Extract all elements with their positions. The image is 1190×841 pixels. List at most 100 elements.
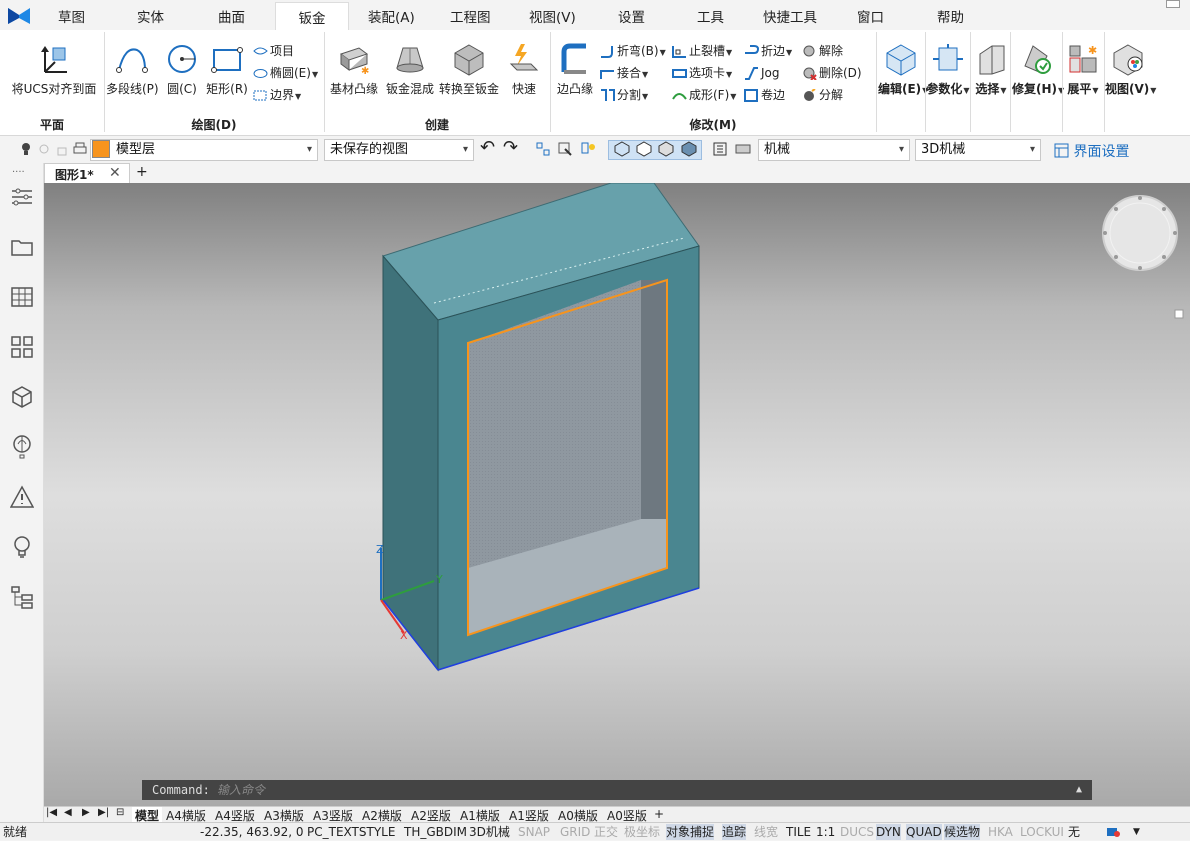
visual-style-dropdown[interactable]: 机械 ▾ <box>758 139 910 161</box>
status-workspace[interactable]: 3D机械 <box>469 824 510 840</box>
status-toggle-2[interactable]: 正交 <box>594 824 618 840</box>
menu-window[interactable]: 窗口 <box>857 6 884 26</box>
ui-settings-button[interactable]: 界面设置 <box>1054 141 1129 161</box>
folder-icon[interactable] <box>10 235 34 259</box>
restore-ribbon-icon[interactable] <box>1166 0 1180 8</box>
polyline-button[interactable]: 多段线(P) <box>106 42 159 97</box>
add-layout-button[interactable]: + <box>654 807 664 821</box>
relief-button[interactable]: 止裂槽▼ <box>672 42 732 60</box>
split-button[interactable]: 分割▼ <box>600 86 648 104</box>
repair-button[interactable]: 修复(H)▼ <box>1012 42 1064 97</box>
tab-list-icon[interactable]: ⊟ <box>116 807 124 818</box>
status-toggle-10[interactable]: DYN <box>876 824 901 840</box>
status-menu-icon[interactable]: ▼ <box>1133 824 1140 840</box>
menu-tools[interactable]: 工具 <box>697 6 724 26</box>
first-tab-icon[interactable]: |◀ <box>46 807 57 818</box>
item-button[interactable]: 项目 <box>253 42 294 60</box>
tab-button[interactable]: 选项卡▼ <box>672 64 732 82</box>
status-dimstyle[interactable]: TH_GBDIM <box>404 824 467 840</box>
unfold-button[interactable]: ✱ 展平▼ <box>1064 42 1102 97</box>
menu-assembly[interactable]: 装配(A) <box>368 6 415 26</box>
menu-surface[interactable]: 曲面 <box>218 6 245 26</box>
shaded-cube-icon[interactable] <box>658 141 674 157</box>
lock-icon[interactable] <box>54 141 70 157</box>
sidebar-grip-icon[interactable]: ···· <box>12 167 25 178</box>
grid-icon[interactable] <box>10 335 34 359</box>
delete-button[interactable]: 删除(D) <box>802 64 862 82</box>
doc-tab-active[interactable]: 图形1* ✕ <box>44 163 130 183</box>
jog-button[interactable]: Jog <box>744 64 780 82</box>
realistic-cube-icon[interactable] <box>681 141 697 157</box>
properties-icon[interactable] <box>712 141 728 157</box>
left-face[interactable] <box>382 254 439 672</box>
viewport-handle-icon[interactable] <box>1174 309 1184 319</box>
lofted-sheetmetal-button[interactable]: 钣金混成 <box>384 42 436 97</box>
status-tray-icon[interactable] <box>1105 824 1121 840</box>
sun-icon[interactable] <box>36 141 52 157</box>
command-expand-icon[interactable]: ▲ <box>1076 780 1082 800</box>
menu-help[interactable]: 帮助 <box>937 6 964 26</box>
status-toggle-13[interactable]: HKA <box>988 824 1013 840</box>
menu-solid[interactable]: 实体 <box>137 6 164 26</box>
table-icon[interactable] <box>10 285 34 309</box>
dissolve-button[interactable]: 分解 <box>802 86 843 104</box>
menu-settings[interactable]: 设置 <box>618 6 645 26</box>
next-tab-icon[interactable]: ▶ <box>82 807 90 818</box>
workspace-dropdown[interactable]: 3D机械 ▾ <box>915 139 1041 161</box>
sliders-icon[interactable] <box>10 185 34 209</box>
boundary-button[interactable]: 边界▼ <box>253 86 301 104</box>
model-canvas[interactable]: Z Y X <box>44 183 1190 806</box>
status-toggle-5[interactable]: 追踪 <box>722 824 747 840</box>
status-toggle-14[interactable]: LOCKUI <box>1020 824 1064 840</box>
saved-view-dropdown[interactable]: 未保存的视图 ▾ <box>324 139 474 161</box>
status-toggle-15[interactable]: 无 <box>1068 824 1080 840</box>
layer-dropdown[interactable]: 模型层 ▾ <box>90 139 318 161</box>
edge-flange-button[interactable]: 边凸缘 <box>554 42 596 97</box>
status-toggle-1[interactable]: GRID <box>560 824 590 840</box>
app-logo-icon[interactable] <box>6 6 32 26</box>
ellipse-button[interactable]: 椭圆(E)▼ <box>253 64 318 82</box>
menu-sketch[interactable]: 草图 <box>58 6 85 26</box>
roll-button[interactable]: 卷边 <box>744 86 785 104</box>
view-manager-icon[interactable] <box>535 141 551 157</box>
convert-sheetmetal-button[interactable]: 转换至钣金 <box>438 42 500 97</box>
style-manager-icon[interactable] <box>735 141 751 157</box>
add-tab-button[interactable]: + <box>136 164 148 180</box>
status-toggle-3[interactable]: 极坐标 <box>624 824 660 840</box>
status-toggle-0[interactable]: SNAP <box>518 824 550 840</box>
menu-drawing[interactable]: 工程图 <box>450 6 491 26</box>
warning-icon[interactable] <box>10 485 34 509</box>
prev-tab-icon[interactable]: ◀ <box>64 807 72 818</box>
view-select-icon[interactable] <box>557 141 573 157</box>
quick-button[interactable]: 快速 <box>506 42 542 97</box>
menu-sheetmetal[interactable]: 钣金 <box>275 2 349 30</box>
status-textstyle[interactable]: PC_TEXTSTYLE <box>307 824 395 840</box>
status-toggle-9[interactable]: DUCS <box>840 824 874 840</box>
base-flange-button[interactable]: ✱ 基材凸缘 <box>328 42 380 97</box>
edit-button[interactable]: 编辑(E)▼ <box>878 42 928 97</box>
status-toggle-11[interactable]: QUAD <box>906 824 942 840</box>
last-tab-icon[interactable]: ▶| <box>98 807 109 818</box>
wireframe-cube-icon[interactable] <box>614 141 630 157</box>
status-toggle-7[interactable]: TILE <box>786 824 811 840</box>
command-line[interactable]: Command: 输入命令 ▲ <box>142 780 1092 800</box>
lightbulb-icon[interactable] <box>10 535 34 559</box>
redo-icon[interactable]: ↷ <box>503 139 519 157</box>
hidden-cube-icon[interactable] <box>636 141 652 157</box>
bend-button[interactable]: 折弯(B)▼ <box>600 42 666 60</box>
status-toggle-12[interactable]: 候选物 <box>944 824 981 840</box>
form-button[interactable]: 成形(F)▼ <box>672 86 736 104</box>
parametric-button[interactable]: 参数化▼ <box>926 42 970 97</box>
menu-view[interactable]: 视图(V) <box>529 6 576 26</box>
command-input[interactable]: 输入命令 <box>217 783 265 797</box>
status-toggle-4[interactable]: 对象捕捉 <box>666 824 715 840</box>
menu-quick-tools[interactable]: 快捷工具 <box>763 6 817 26</box>
cube-icon[interactable] <box>10 385 34 409</box>
view-button[interactable]: 视图(V)▼ <box>1105 42 1156 97</box>
model-viewport[interactable]: Z Y X <box>44 183 1190 806</box>
tree-icon[interactable] <box>10 585 34 609</box>
close-icon[interactable]: ✕ <box>109 165 121 181</box>
circle-button[interactable]: 圆(C) <box>162 42 202 97</box>
view-light-icon[interactable] <box>580 141 596 157</box>
select-button[interactable]: 选择▼ <box>972 42 1010 97</box>
